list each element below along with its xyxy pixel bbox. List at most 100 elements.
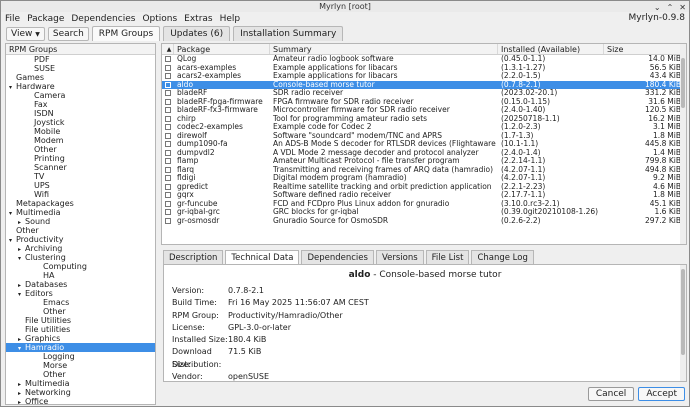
- table-row[interactable]: chirp Tool for programming amateur radio …: [162, 114, 686, 124]
- column-size[interactable]: Size: [604, 44, 684, 54]
- view-button[interactable]: View ▼: [6, 27, 45, 41]
- menu-dependencies[interactable]: Dependencies: [71, 14, 135, 24]
- table-row[interactable]: aldo Console-based morse tutor (0.7.8-2.1)…: [162, 80, 686, 89]
- detail-tab-technical-data[interactable]: Technical Data: [225, 250, 300, 264]
- table-row[interactable]: flarq Transmitting and receiving frames o…: [162, 165, 686, 175]
- tree-item[interactable]: ▸ Archiving: [6, 244, 155, 253]
- tab-updates[interactable]: Updates (6): [163, 26, 231, 41]
- package-checkbox[interactable]: [165, 149, 171, 156]
- table-row[interactable]: bladeRF SDR radio receiver (2023.02-20.1) 3…: [162, 88, 686, 98]
- package-checkbox[interactable]: [165, 158, 171, 165]
- tree-item[interactable]: Other: [6, 370, 155, 379]
- tree-item[interactable]: Printing: [6, 154, 155, 163]
- table-row[interactable]: flamp Amateur Multicast Protocol - file t…: [162, 156, 686, 166]
- package-checkbox[interactable]: [165, 64, 171, 71]
- column-package[interactable]: Package: [174, 44, 270, 54]
- package-checkbox[interactable]: [165, 98, 171, 105]
- tree-item[interactable]: Scanner: [6, 163, 155, 172]
- sort-icon[interactable]: ▲: [162, 44, 174, 54]
- tree-item[interactable]: UPS: [6, 181, 155, 190]
- menu-options[interactable]: Options: [142, 14, 177, 24]
- table-row[interactable]: gr-funcube FCD and FCDpro Plus Linux addo…: [162, 199, 686, 209]
- tree-item[interactable]: Computing: [6, 262, 155, 271]
- scrollbar-thumb[interactable]: [681, 269, 685, 355]
- groups-header[interactable]: RPM Groups: [6, 44, 155, 55]
- menu-file[interactable]: File: [5, 14, 20, 24]
- table-row[interactable]: acars-examples Example applications for l…: [162, 63, 686, 73]
- tree-item[interactable]: ▸ Networking: [6, 388, 155, 397]
- tree-item[interactable]: ISDN: [6, 109, 155, 118]
- column-summary[interactable]: Summary: [270, 44, 498, 54]
- package-checkbox[interactable]: [165, 175, 171, 182]
- table-row[interactable]: bladeRF-fx3-firmware Microcontroller firm…: [162, 105, 686, 115]
- package-checkbox[interactable]: [165, 90, 171, 97]
- detail-tab-versions[interactable]: Versions: [375, 250, 424, 264]
- menu-help[interactable]: Help: [220, 14, 241, 24]
- column-installed[interactable]: Installed (Available): [498, 44, 604, 54]
- table-row[interactable]: bladeRF-fpga-firmware FPGA firmware for S…: [162, 97, 686, 107]
- collapse-arrow-icon[interactable]: ▸: [18, 398, 25, 404]
- tree-item[interactable]: Morse: [6, 361, 155, 370]
- tree-item[interactable]: Camera: [6, 91, 155, 100]
- tree-item[interactable]: Mobile: [6, 127, 155, 136]
- tree-item[interactable]: Modem: [6, 136, 155, 145]
- tree-item[interactable]: File utilities: [6, 325, 155, 334]
- table-row[interactable]: gr-iqbal-grc GRC blocks for gr-iqbal (0.39…: [162, 207, 686, 217]
- package-checkbox[interactable]: [165, 192, 171, 199]
- table-row[interactable]: fldigi Digital modem program (hamradio) (4…: [162, 173, 686, 183]
- table-row[interactable]: gqrx Software defined radio receiver (2.17…: [162, 190, 686, 200]
- package-checkbox[interactable]: [165, 166, 171, 173]
- package-checkbox[interactable]: [165, 200, 171, 207]
- search-button[interactable]: Search: [47, 27, 89, 41]
- tree-item[interactable]: PDF: [6, 55, 155, 64]
- accept-button[interactable]: Accept: [638, 387, 685, 401]
- table-row[interactable]: dump1090-fa An ADS-B Mode S decoder for R…: [162, 139, 686, 149]
- menu-extras[interactable]: Extras: [184, 14, 212, 24]
- cancel-button[interactable]: Cancel: [587, 387, 635, 401]
- tree-item[interactable]: Logging: [6, 352, 155, 361]
- table-row[interactable]: direwolf Software "soundcard" modem/TNC a…: [162, 131, 686, 141]
- tree-item[interactable]: ▸ Office: [6, 397, 155, 404]
- package-checkbox[interactable]: [165, 107, 171, 114]
- detail-tab-file-list[interactable]: File List: [425, 250, 470, 264]
- scrollbar-thumb[interactable]: [681, 58, 685, 108]
- tree-item[interactable]: Other: [6, 307, 155, 316]
- package-checkbox[interactable]: [165, 115, 171, 122]
- package-checkbox[interactable]: [165, 132, 171, 139]
- tree-item[interactable]: ▾ Multimedia: [6, 208, 155, 217]
- table-row[interactable]: gpredict Realtime satellite tracking and …: [162, 182, 686, 192]
- tree-item[interactable]: SUSE: [6, 64, 155, 73]
- table-row[interactable]: gr-osmosdr Gnuradio Source for OsmoSDR (0.…: [162, 216, 686, 226]
- package-checkbox[interactable]: [165, 209, 171, 216]
- tree-item[interactable]: ▸ Sound: [6, 217, 155, 226]
- tree-item[interactable]: Metapackages: [6, 199, 155, 208]
- table-row[interactable]: dumpvdl2 A VDL Mode 2 message decoder and…: [162, 148, 686, 158]
- tab-installation-summary[interactable]: Installation Summary: [233, 26, 344, 41]
- package-checkbox[interactable]: [165, 141, 171, 148]
- table-row[interactable]: acars2-examples Example applications for …: [162, 71, 686, 81]
- tree-item[interactable]: TV: [6, 172, 155, 181]
- tree-item[interactable]: Games: [6, 73, 155, 82]
- tree-item[interactable]: ▸ Multimedia: [6, 379, 155, 388]
- detail-tab-description[interactable]: Description: [163, 250, 224, 264]
- package-checkbox[interactable]: [165, 124, 171, 131]
- tab-rpm-groups[interactable]: RPM Groups: [91, 26, 161, 41]
- detail-tab-dependencies[interactable]: Dependencies: [301, 250, 374, 264]
- package-checkbox[interactable]: [165, 81, 171, 88]
- package-checkbox[interactable]: [165, 56, 171, 63]
- package-checkbox[interactable]: [165, 217, 171, 224]
- tree-item[interactable]: ▾ Editors: [6, 289, 155, 298]
- menu-package[interactable]: Package: [27, 14, 64, 24]
- tree-item[interactable]: Other: [6, 226, 155, 235]
- tree-item[interactable]: ▾ Hamradio: [6, 343, 155, 352]
- package-checkbox[interactable]: [165, 73, 171, 80]
- tree-item[interactable]: HA: [6, 271, 155, 280]
- tree-item[interactable]: ▸ Databases: [6, 280, 155, 289]
- tree-item[interactable]: ▾ Hardware: [6, 82, 155, 91]
- tree-item[interactable]: Other: [6, 145, 155, 154]
- tree-item[interactable]: Emacs: [6, 298, 155, 307]
- package-list-scrollbar[interactable]: [680, 44, 686, 244]
- tree-item[interactable]: Fax: [6, 100, 155, 109]
- detail-scrollbar[interactable]: [680, 265, 686, 381]
- package-checkbox[interactable]: [165, 183, 171, 190]
